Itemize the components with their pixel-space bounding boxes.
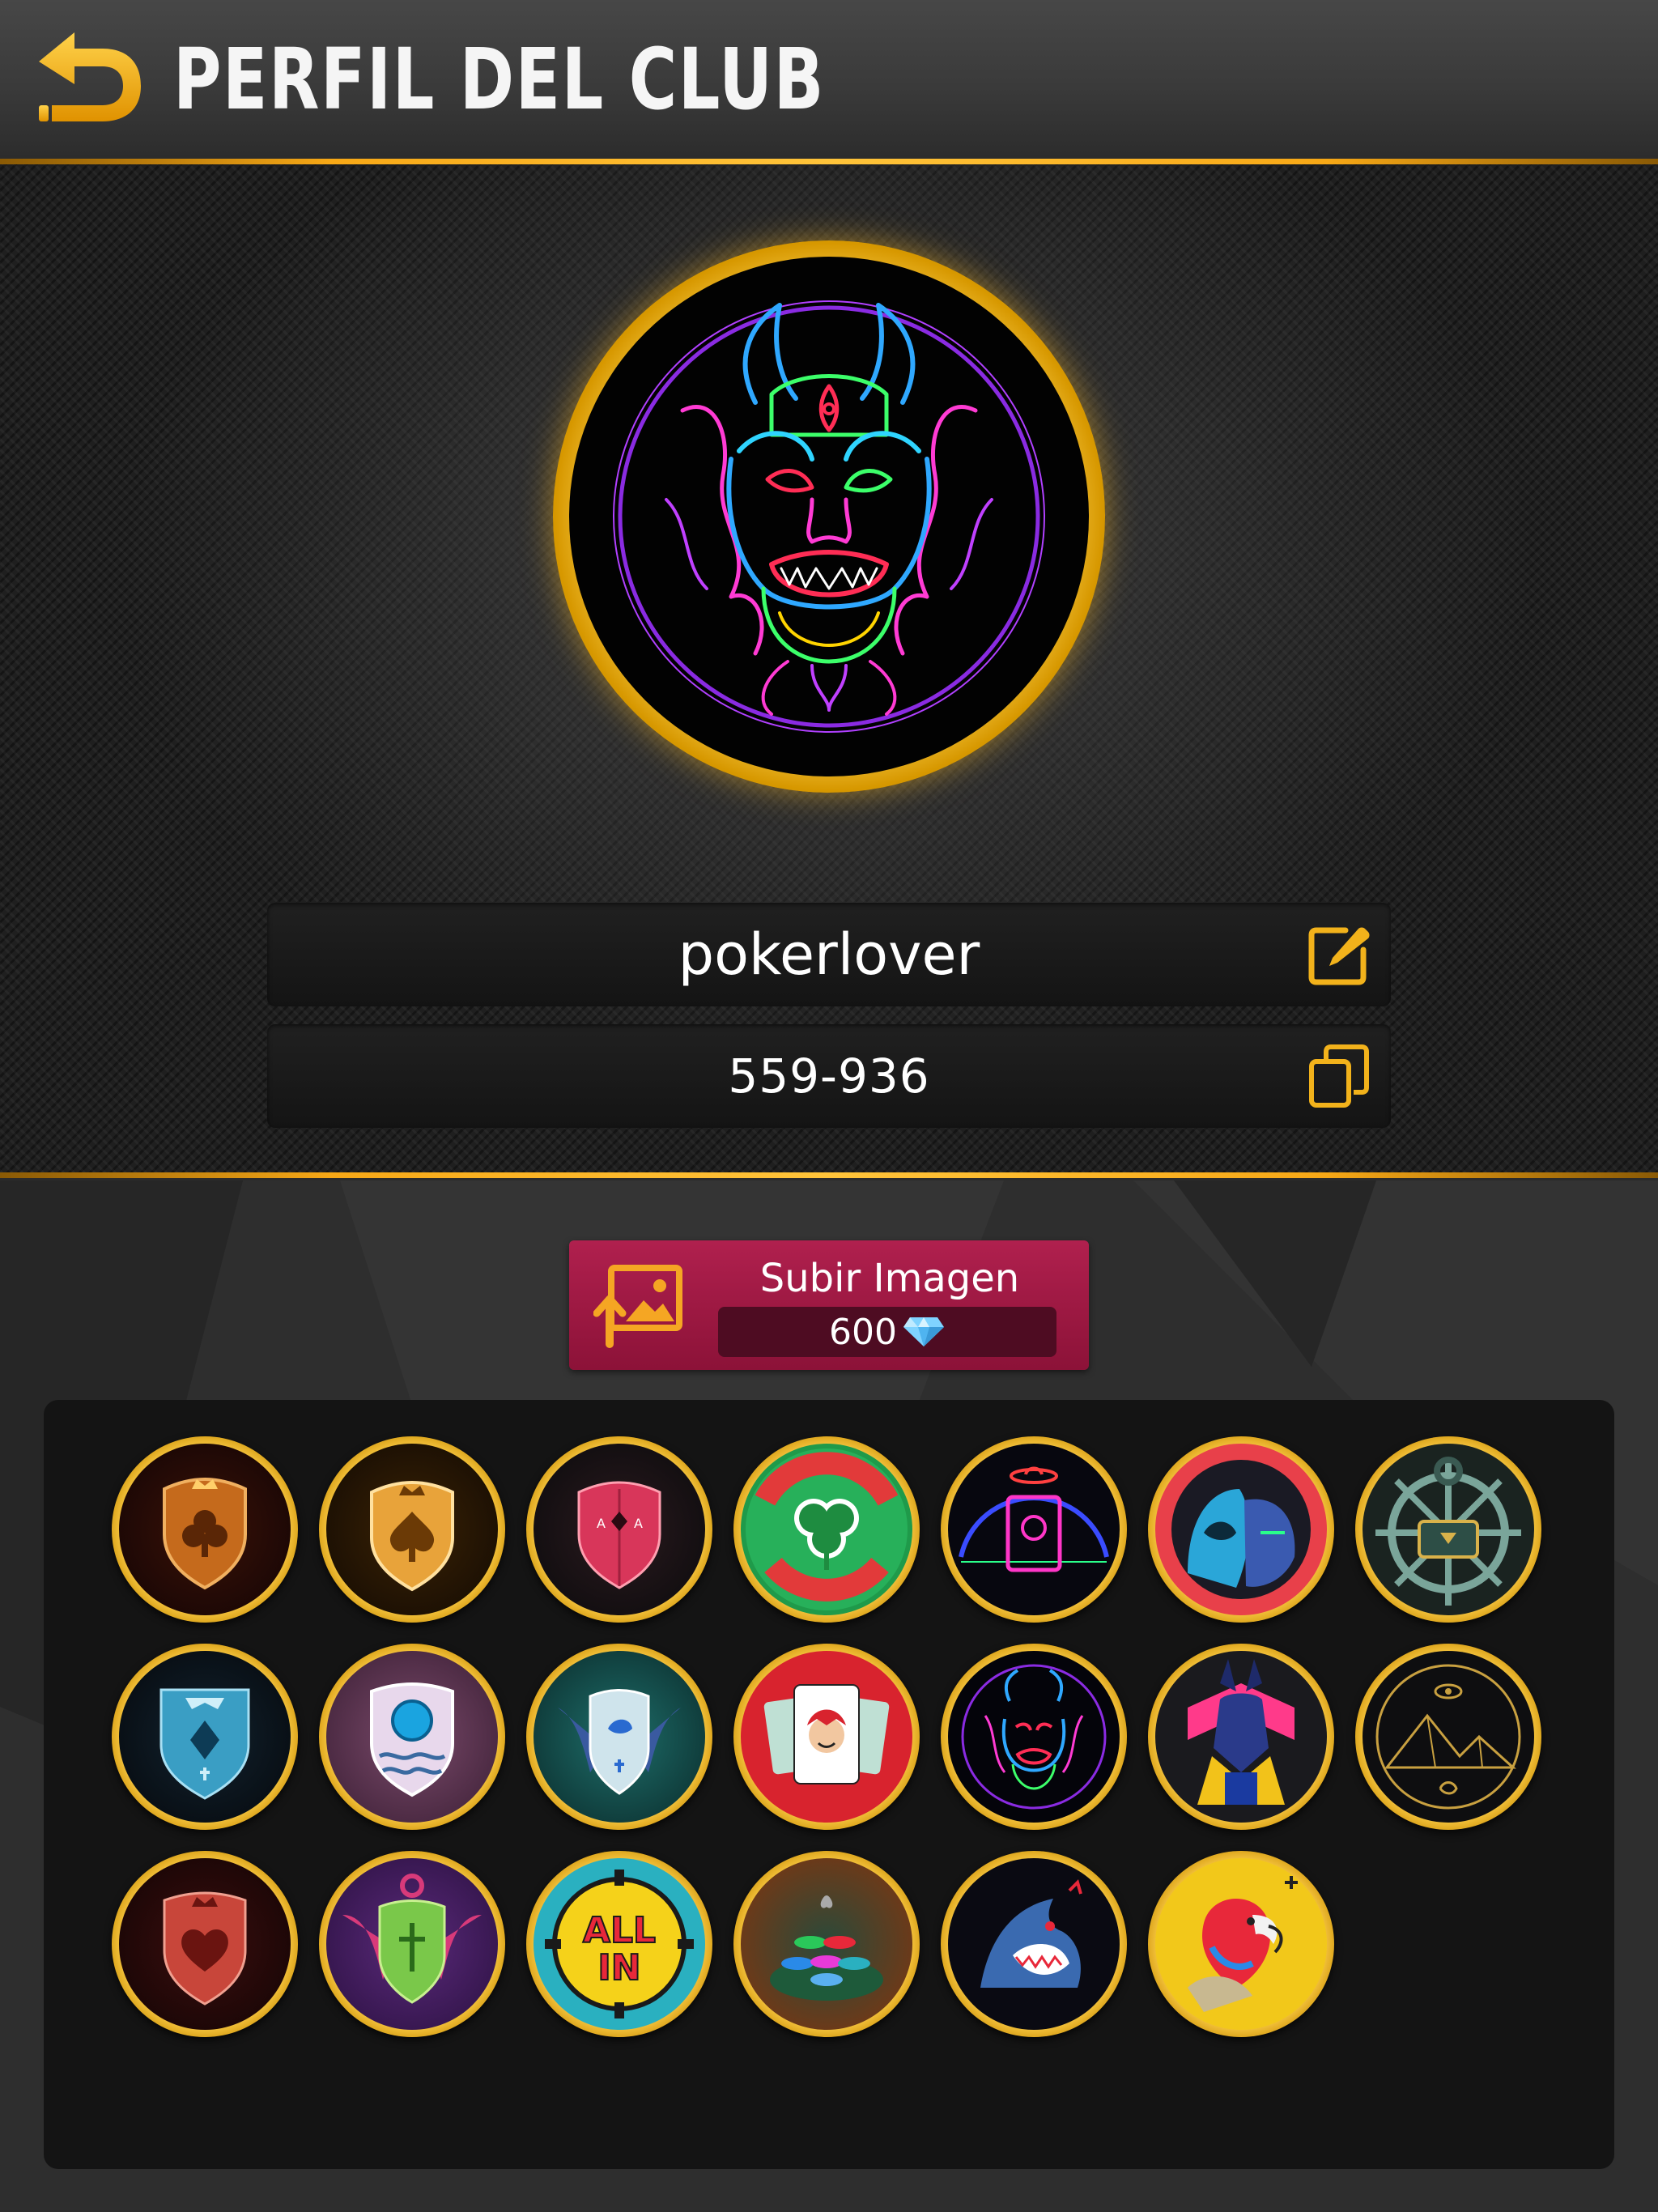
badge-gold-spade-shield[interactable] [319,1436,505,1623]
knights-icon [1171,1460,1311,1599]
diamond-shield-icon [159,1688,250,1800]
spade-shield-icon [370,1481,454,1592]
club-shield-icon [163,1478,247,1590]
heart-shield-icon [163,1891,247,2006]
page-title: PERFIL DEL CLUB [173,30,825,129]
upload-image-icon [593,1265,682,1348]
badge-anchor-treasure[interactable] [1355,1436,1541,1623]
badge-joker-card[interactable] [733,1644,920,1830]
oni-mask-avatar-image [569,257,1089,776]
chip-stack-icon [770,1895,883,2001]
badge-shark[interactable] [941,1851,1127,2037]
profile-divider [0,1172,1658,1178]
club-id: 559-936 [728,1049,930,1104]
badge-neon-oni-mask[interactable] [941,1644,1127,1830]
svg-text:A: A [597,1516,606,1531]
club-id-field: 559-936 [267,1024,1391,1128]
badge-pirate-parrot[interactable] [1148,1851,1334,2037]
header-divider [0,159,1658,164]
edit-icon[interactable] [1305,921,1373,989]
chip-shield-icon [370,1682,454,1797]
badge-bronze-club-shield[interactable] [112,1436,298,1623]
badge-poker-chip-stack[interactable] [733,1851,920,2037]
svg-text:IN: IN [597,1947,640,1989]
badge-all-in-chip[interactable]: ALL IN [526,1851,712,2037]
svg-text:ALL: ALL [583,1910,656,1951]
winged-shield-icon [342,1874,482,2004]
badge-eye-pyramid[interactable] [1355,1644,1541,1830]
badge-red-heart-shield[interactable] [112,1851,298,2037]
all-in-chip-icon: ALL IN [542,1866,697,2022]
club-profile-panel: pokerlover 559-936 [0,164,1658,1172]
shark-icon [980,1879,1082,1988]
badge-neon-skull-card[interactable] [941,1436,1127,1623]
badge-green-winged-shield[interactable] [319,1851,505,2037]
club-name-field: pokerlover [267,903,1391,1006]
anchor-wheel-icon [1375,1457,1521,1606]
ace-shield-icon: A A [577,1481,661,1589]
header-bar: PERFIL DEL CLUB [0,0,1658,159]
badge-lucky-team-clover[interactable] [733,1436,920,1623]
anubis-icon [1188,1659,1295,1805]
clover-icon [746,1448,908,1610]
joker-card-icon [763,1684,890,1784]
upload-image-button[interactable]: Subir Imagen 600 [569,1240,1089,1370]
oni-mask-icon [961,1664,1107,1810]
avatar-gallery: A A ALL IN [44,1400,1614,2169]
back-arrow-icon [39,32,141,121]
upload-image-label: Subir Imagen [759,1256,1020,1301]
upload-price-value: 600 [829,1311,897,1353]
club-name: pokerlover [678,921,980,988]
parrot-icon [1188,1876,1298,2012]
club-avatar[interactable] [553,240,1105,793]
badge-dragon-shield[interactable] [526,1644,712,1830]
pyramid-icon [1375,1664,1521,1810]
svg-text:A: A [634,1516,643,1531]
neon-card-icon [959,1466,1109,1572]
copy-icon[interactable] [1305,1042,1373,1110]
dragon-shield-icon [558,1689,681,1795]
diamond-icon [903,1317,944,1346]
badge-knights-duo[interactable] [1148,1436,1334,1623]
badge-red-ace-shield[interactable]: A A [526,1436,712,1623]
badge-blue-diamond-shield[interactable] [112,1644,298,1830]
badge-anubis[interactable] [1148,1644,1334,1830]
back-button[interactable] [28,26,149,131]
badge-purple-chip-shield[interactable] [319,1644,505,1830]
upload-price: 600 [718,1307,1056,1357]
